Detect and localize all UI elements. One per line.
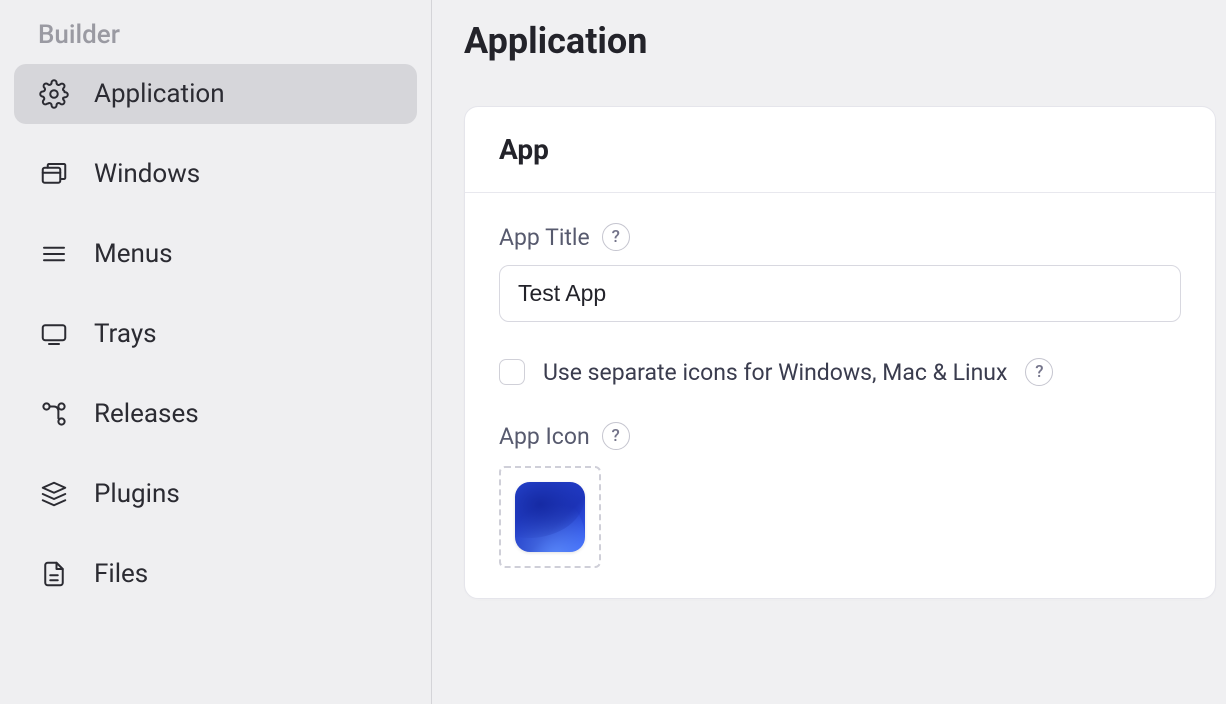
plugins-icon bbox=[38, 478, 70, 510]
card-header: App bbox=[465, 107, 1215, 193]
page-title: Application bbox=[464, 20, 1216, 62]
app-card: App App Title ? Use separate icons for W… bbox=[464, 106, 1216, 599]
sidebar-item-label: Menus bbox=[94, 239, 173, 269]
sidebar-item-menus[interactable]: Menus bbox=[14, 224, 417, 284]
sidebar-item-label: Releases bbox=[94, 399, 199, 429]
sidebar: Builder Application Windows Menus Trays … bbox=[0, 0, 432, 704]
sidebar-item-label: Windows bbox=[94, 159, 200, 189]
main-content: Application App App Title ? Use separate… bbox=[432, 0, 1226, 704]
menu-icon bbox=[38, 238, 70, 270]
app-icon-label: App Icon bbox=[499, 423, 590, 450]
sidebar-item-files[interactable]: Files bbox=[14, 544, 417, 604]
sidebar-heading: Builder bbox=[14, 16, 417, 64]
app-icon-dropzone[interactable] bbox=[499, 466, 601, 568]
tray-icon bbox=[38, 318, 70, 350]
sidebar-item-label: Plugins bbox=[94, 479, 180, 509]
sidebar-item-label: Trays bbox=[94, 319, 157, 349]
separate-icons-label: Use separate icons for Windows, Mac & Li… bbox=[543, 359, 1007, 386]
sidebar-item-label: Files bbox=[94, 559, 148, 589]
separate-icons-checkbox[interactable] bbox=[499, 359, 525, 385]
files-icon bbox=[38, 558, 70, 590]
sidebar-item-application[interactable]: Application bbox=[14, 64, 417, 124]
sidebar-item-trays[interactable]: Trays bbox=[14, 304, 417, 364]
sidebar-item-label: Application bbox=[94, 79, 225, 109]
help-icon[interactable]: ? bbox=[602, 422, 630, 450]
app-icon-label-row: App Icon ? bbox=[499, 422, 1181, 450]
card-body: App Title ? Use separate icons for Windo… bbox=[465, 193, 1215, 598]
separate-icons-row: Use separate icons for Windows, Mac & Li… bbox=[499, 358, 1181, 386]
app-title-label: App Title bbox=[499, 224, 590, 251]
app-icon-preview bbox=[515, 482, 585, 552]
releases-icon bbox=[38, 398, 70, 430]
sidebar-item-releases[interactable]: Releases bbox=[14, 384, 417, 444]
sidebar-item-windows[interactable]: Windows bbox=[14, 144, 417, 204]
help-icon[interactable]: ? bbox=[1025, 358, 1053, 386]
card-title: App bbox=[499, 133, 1181, 166]
help-icon[interactable]: ? bbox=[602, 223, 630, 251]
sidebar-item-plugins[interactable]: Plugins bbox=[14, 464, 417, 524]
windows-icon bbox=[38, 158, 70, 190]
gear-icon bbox=[38, 78, 70, 110]
app-title-input[interactable] bbox=[499, 265, 1181, 322]
app-title-label-row: App Title ? bbox=[499, 223, 1181, 251]
